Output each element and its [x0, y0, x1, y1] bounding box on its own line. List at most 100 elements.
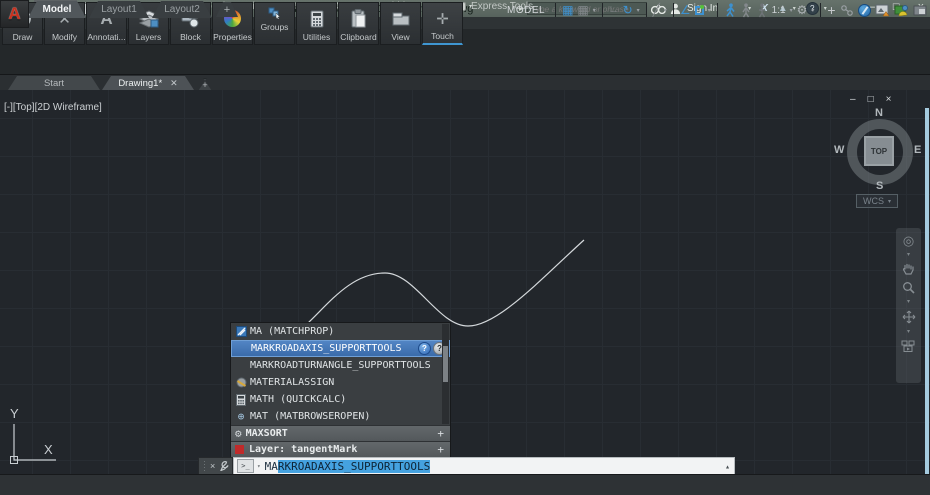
navigation-bar[interactable]: ◎ ▾ ▾ ▾	[896, 228, 921, 383]
object-snap-icon[interactable]	[695, 6, 704, 15]
panel-touch[interactable]: ✛ Touch	[422, 2, 463, 45]
scale-dropdown-icon[interactable]: ▾	[790, 7, 793, 14]
steering-wheel-icon[interactable]: ◎	[903, 234, 914, 247]
panel-clipboard[interactable]: Clipboard	[338, 2, 379, 45]
popup-scrollbar[interactable]	[442, 324, 449, 424]
hardware-acceleration-icon[interactable]	[858, 4, 871, 17]
panel-label: Properties	[213, 32, 252, 42]
file-tab-bar: Start Drawing1* ✕ +	[0, 75, 930, 90]
separator	[555, 3, 556, 17]
workspace-gear-icon[interactable]: ⚙	[797, 3, 808, 17]
panel-label: Draw	[13, 32, 33, 42]
drawing-canvas[interactable]: [-][Top][2D Wireframe] – □ × N W E S TOP…	[0, 90, 930, 474]
suggestion-mat-matbrowseropen[interactable]: ⊕ MAT (MATBROWSEROPEN)	[231, 408, 450, 425]
autocad-logo-icon: A	[8, 4, 20, 24]
layout-tab-model[interactable]: Model	[28, 1, 86, 18]
new-tab-icon: +	[202, 80, 207, 90]
annotation-scale-person-icon[interactable]	[756, 3, 768, 18]
expand-icon[interactable]: +	[437, 443, 444, 456]
tab-close-icon[interactable]: ✕	[170, 78, 178, 89]
polar-dropdown-icon[interactable]: ▾	[637, 7, 640, 14]
pan-hand-icon[interactable]	[902, 263, 915, 276]
command-history-up-icon[interactable]: ▴	[725, 462, 730, 471]
calculator-icon	[310, 10, 324, 28]
annotation-scale-value[interactable]: 1:1	[772, 5, 786, 16]
viewcube[interactable]: N W E S TOP	[838, 110, 922, 194]
annotation-visibility-icon[interactable]	[724, 3, 736, 18]
osnap-dropdown-icon[interactable]: ▾	[708, 7, 711, 14]
panel-label: Block	[180, 32, 201, 42]
zoom-icon[interactable]	[902, 281, 915, 294]
command-prompt-chip[interactable]: >_	[237, 459, 254, 473]
ucs-icon: Y X	[2, 402, 72, 472]
polar-tracking-icon[interactable]: ↻	[623, 3, 633, 17]
command-text: MARKROADAXIS_SUPPORTTOOLS	[265, 460, 431, 473]
application-menu-button[interactable]: A	[0, 0, 29, 28]
ortho-toggle-icon[interactable]: ∟	[609, 3, 619, 17]
category-layer-tangentmark[interactable]: Layer: tangentMark +	[231, 441, 450, 457]
file-tab-drawing1[interactable]: Drawing1* ✕	[102, 76, 194, 90]
suggestion-list: MA (MATCHPROP) MARKROADAXIS_SUPPORTTOOLS…	[231, 323, 450, 425]
orbit-pan-icon[interactable]	[902, 310, 916, 324]
expand-icon[interactable]: +	[437, 427, 444, 440]
layout-tab-layout2[interactable]: Layout2	[152, 1, 212, 18]
suggestion-math-quickcalc[interactable]: MATH (QUICKCALC)	[231, 391, 450, 408]
viewcube-top-face[interactable]: TOP	[864, 136, 894, 166]
workspace-dropdown-icon[interactable]: ▾	[811, 7, 814, 14]
autoscale-icon[interactable]	[740, 3, 752, 18]
viewcube-south[interactable]: S	[876, 180, 883, 192]
viewcube-north[interactable]: N	[875, 107, 883, 119]
showmotion-icon[interactable]	[901, 340, 916, 352]
nav-dropdown-icon[interactable]: ▾	[907, 252, 910, 258]
spline-curve[interactable]	[308, 240, 584, 326]
file-tab-start[interactable]: Start	[8, 76, 100, 90]
wcs-label: WCS	[863, 196, 884, 206]
panel-view[interactable]: View	[380, 2, 421, 45]
orbit-dropdown-icon[interactable]: ▾	[907, 329, 910, 335]
grid-toggle-icon[interactable]: ▦	[562, 3, 573, 17]
suggestion-label: MATH (QUICKCALC)	[250, 394, 346, 405]
customize-wrench-icon[interactable]	[219, 461, 229, 471]
isolate-objects-icon[interactable]	[875, 4, 890, 17]
zoom-dropdown-icon[interactable]: ▾	[907, 299, 910, 305]
category-maxsort[interactable]: ⚙ MAXSORT +	[231, 425, 450, 441]
popup-scrollbar-thumb[interactable]	[443, 346, 448, 382]
new-layout-button[interactable]: +	[216, 2, 238, 17]
isodraft-dropdown-icon[interactable]: ▾	[664, 7, 667, 14]
isodraft-toggle-icon[interactable]: ╱	[653, 3, 660, 17]
viewcube-west[interactable]: W	[834, 144, 844, 156]
command-help-icon[interactable]: ?	[418, 342, 431, 355]
panel-label: Utilities	[303, 32, 330, 42]
wcs-dropdown-icon: ▾	[888, 198, 891, 205]
layout-tab-layout1[interactable]: Layout1	[89, 1, 149, 18]
panel-utilities[interactable]: Utilities	[296, 2, 337, 45]
command-input[interactable]: >_ ▾ MARKROADAXIS_SUPPORTTOOLS ▴	[233, 457, 735, 474]
recent-commands-icon[interactable]: ▾	[257, 463, 261, 470]
panel-label: Clipboard	[340, 32, 376, 42]
canvas-scrollbar[interactable]	[925, 108, 929, 474]
osnap-tracking-icon[interactable]: ∠	[680, 3, 691, 17]
clean-screen-icon[interactable]	[913, 5, 927, 16]
suggestion-ma-matchprop[interactable]: MA (MATCHPROP)	[231, 323, 450, 340]
category-label: MAXSORT	[246, 428, 288, 439]
status-toggles: MODEL ▦ ▦ ▾ ∟ ↻ ▾ ╱ ▾ ∠ ▾ 1:1 ▾ ⚙ ▾ + ≡	[503, 0, 930, 20]
units-icon[interactable]	[840, 4, 854, 17]
suggestion-markroadturnangle-supporttools[interactable]: MARKROADTURNANGLE_SUPPORTTOOLS	[231, 357, 450, 374]
panel-groups[interactable]: Groups	[254, 2, 295, 45]
quickcalc-icon	[236, 394, 246, 406]
typed-text: MA	[265, 460, 278, 473]
wcs-dropdown[interactable]: WCS ▾	[856, 194, 898, 208]
suggestion-markroadaxis-supporttools[interactable]: MARKROADAXIS_SUPPORTTOOLS ? ?	[231, 340, 450, 357]
command-close-icon[interactable]: ×	[210, 461, 215, 471]
suggestion-materialassign[interactable]: MATERIALASSIGN	[231, 374, 450, 391]
drag-grip[interactable]	[203, 460, 206, 472]
viewcube-east[interactable]: E	[914, 144, 921, 156]
annotation-monitor-plus-icon[interactable]: +	[827, 3, 835, 17]
separator	[820, 3, 821, 17]
snap-toggle-icon[interactable]: ▦	[577, 3, 588, 17]
snap-dropdown-icon[interactable]: ▾	[593, 7, 596, 14]
model-space-toggle[interactable]: MODEL	[503, 5, 549, 16]
panel-label: Modify	[52, 32, 77, 42]
graphics-performance-icon[interactable]	[894, 4, 909, 17]
command-autocomplete-popup: MA (MATCHPROP) MARKROADAXIS_SUPPORTTOOLS…	[230, 322, 451, 458]
